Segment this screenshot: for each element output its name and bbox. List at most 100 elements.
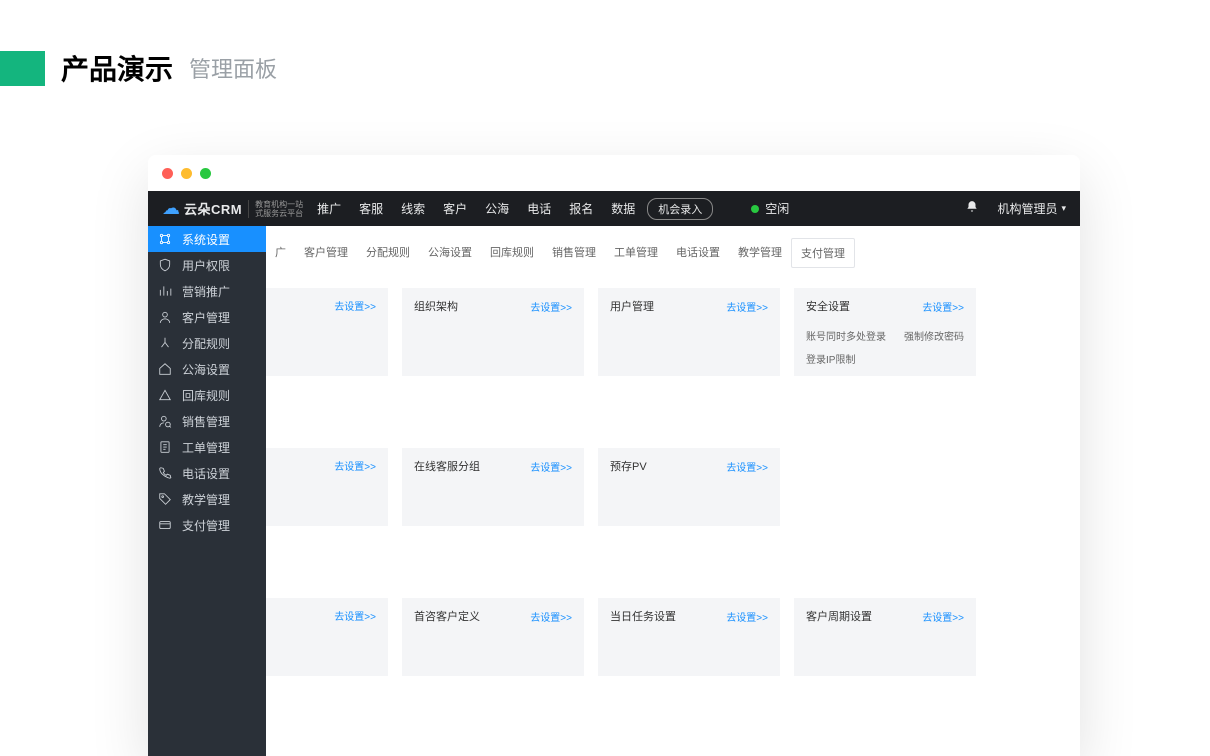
top-nav: ☁ 云朵CRM 教育机构一站 式服务云平台 推广客服线索客户公海电话报名数据 机… [148,191,1080,226]
go-settings-link[interactable]: 去设置>> [334,298,376,313]
sidebar-item-label: 客户管理 [182,309,230,326]
tab-item[interactable]: 支付管理 [791,238,855,268]
doc-icon [158,440,172,454]
app-window: ☁ 云朵CRM 教育机构一站 式服务云平台 推广客服线索客户公海电话报名数据 机… [148,155,1080,756]
tab-item[interactable]: 回库规则 [481,238,543,268]
sidebar-item-shield[interactable]: 用户权限 [148,252,266,278]
bell-icon[interactable] [965,200,979,217]
sidebar-item-phone[interactable]: 电话设置 [148,460,266,486]
card-icon [158,518,172,532]
card-title: 预存PV [610,458,647,474]
nav-item[interactable]: 电话 [527,200,551,217]
go-settings-link[interactable]: 去设置>> [530,299,572,314]
chevron-down-icon: ▾ [1061,203,1066,214]
sidebar-item-chart[interactable]: 营销推广 [148,278,266,304]
search-person-icon [158,414,172,428]
nav-item[interactable]: 数据 [611,200,635,217]
nav-item[interactable]: 公海 [485,200,509,217]
sidebar-item-label: 分配规则 [182,335,230,352]
sidebar-item-home[interactable]: 公海设置 [148,356,266,382]
status-indicator: 空闲 [751,200,789,217]
settings-card: 客户周期设置去设置>> [794,598,976,676]
sidebar-item-settings[interactable]: 系统设置 [148,226,266,252]
sidebar-item-split[interactable]: 分配规则 [148,330,266,356]
nav-right: 机构管理员 ▾ [965,200,1066,217]
nav-item[interactable]: 报名 [569,200,593,217]
go-settings-link[interactable]: 去设置>> [530,609,572,624]
cards-grid: 去设置>>组织架构去设置>>用户管理去设置>>安全设置去设置>>账号同时多处登录… [266,268,1080,676]
close-icon[interactable] [162,168,173,179]
tab-item[interactable]: 客户管理 [295,238,357,268]
page-title: 产品演示 [61,48,173,88]
nav-item[interactable]: 推广 [317,200,341,217]
card-title: 用户管理 [610,298,654,314]
nav-item[interactable]: 客户 [443,200,467,217]
home-icon [158,362,172,376]
card-row: 去设置>>首咨客户定义去设置>>当日任务设置去设置>>客户周期设置去设置>> [266,598,1080,676]
go-settings-link[interactable]: 去设置>> [334,458,376,473]
user-dropdown[interactable]: 机构管理员 ▾ [997,200,1066,217]
settings-card: 去设置>> [266,598,388,676]
nav-item[interactable]: 线索 [401,200,425,217]
sidebar-item-label: 电话设置 [182,465,230,482]
settings-card: 用户管理 去设置>> [598,288,780,376]
sidebar-item-person[interactable]: 客户管理 [148,304,266,330]
card-title: 安全设置 [806,298,850,314]
shield-icon [158,258,172,272]
sidebar-item-search-person[interactable]: 销售管理 [148,408,266,434]
sidebar-item-label: 教学管理 [182,491,230,508]
sidebar-item-label: 系统设置 [182,231,230,248]
settings-card: 当日任务设置去设置>> [598,598,780,676]
go-settings-link[interactable]: 去设置>> [726,459,768,474]
mac-titlebar [148,155,1080,191]
sidebar-item-triangle[interactable]: 回库规则 [148,382,266,408]
sidebar-item-label: 支付管理 [182,517,230,534]
tab-item[interactable]: 分配规则 [357,238,419,268]
tab-item[interactable]: 电话设置 [667,238,729,268]
card-title: 组织架构 [414,298,458,314]
phone-icon [158,466,172,480]
sidebar-item-doc[interactable]: 工单管理 [148,434,266,460]
sidebar-item-tag[interactable]: 教学管理 [148,486,266,512]
nav-item[interactable]: 客服 [359,200,383,217]
maximize-icon[interactable] [200,168,211,179]
settings-card: 在线客服分组去设置>> [402,448,584,526]
card-body: 账号同时多处登录强制修改密码登录IP限制 [806,328,964,366]
settings-card: 安全设置去设置>>账号同时多处登录强制修改密码登录IP限制 [794,288,976,376]
status-text: 空闲 [765,200,789,217]
card-body-item: 账号同时多处登录 [806,328,886,343]
app-body: 系统设置用户权限营销推广客户管理分配规则公海设置回库规则销售管理工单管理电话设置… [148,226,1080,756]
settings-card: 首咨客户定义 去设置>> [402,598,584,676]
sidebar-item-label: 公海设置 [182,361,230,378]
nav-items: 推广 客服 线索 客户 公海 电话 报名 数据 [317,200,635,217]
card-row: 去设置>> 组织架构 去设置>> 用户管理 去设置>> 安全设置 去设置>> 账号同时多处登录… [266,288,1080,376]
chart-icon [158,284,172,298]
go-settings-link[interactable]: 去设置>> [922,609,964,624]
tab-item[interactable]: 教学管理 [729,238,791,268]
tab-item[interactable]: 公海设置 [419,238,481,268]
go-settings-link[interactable]: 去设置>> [334,608,376,623]
go-settings-link[interactable]: 去设置>> [726,609,768,624]
cloud-icon: ☁ [162,198,180,219]
sidebar-item-label: 工单管理 [182,439,230,456]
settings-icon [158,232,172,246]
tab-item[interactable]: 工单管理 [605,238,667,268]
tab-item[interactable]: 广 [266,238,295,268]
split-icon [158,336,172,350]
tab-item[interactable]: 销售管理 [543,238,605,268]
card-body-item: 强制修改密码 [904,328,964,343]
settings-card: 组织架构 去设置>> [402,288,584,376]
settings-card: 去设置>> [266,288,388,376]
card-title: 首咨客户定义 [414,608,480,624]
sidebar-item-label: 回库规则 [182,387,230,404]
go-settings-link[interactable]: 去设置>> [726,299,768,314]
sidebar-item-card[interactable]: 支付管理 [148,512,266,538]
settings-card: 去设置>> [266,448,388,526]
settings-card: 预存PV 去设置>> [598,448,780,526]
minimize-icon[interactable] [181,168,192,179]
sidebar-item-label: 营销推广 [182,283,230,300]
page-subtitle: 管理面板 [189,52,277,84]
go-settings-link[interactable]: 去设置>> [530,459,572,474]
go-settings-link[interactable]: 去设置>> [922,299,964,314]
record-button[interactable]: 机会录入 [647,198,713,220]
